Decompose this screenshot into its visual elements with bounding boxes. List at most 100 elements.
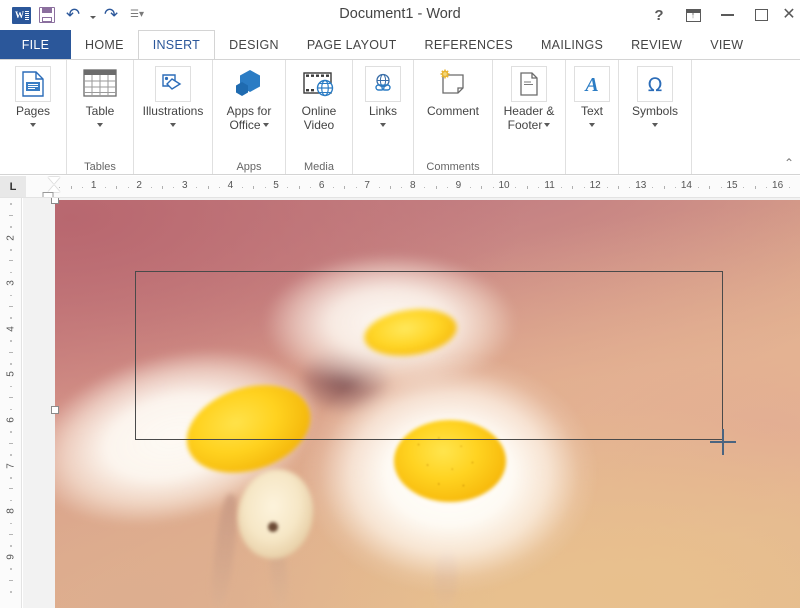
pages-icon xyxy=(15,66,51,102)
tab-references[interactable]: REFERENCES xyxy=(411,30,527,59)
image-handle-middle-left[interactable] xyxy=(51,406,59,414)
symbols-button[interactable]: Ω Symbols xyxy=(621,60,689,127)
tab-page-layout[interactable]: PAGE LAYOUT xyxy=(293,30,411,59)
vruler-mark-8: 8 xyxy=(6,508,17,514)
horizontal-ruler-track[interactable]: 12345678910111213141516 xyxy=(26,176,800,198)
apps-for-office-button[interactable]: Apps for Office xyxy=(215,60,283,132)
text-icon: A xyxy=(574,66,610,102)
quick-access-toolbar: W ↶ ↷ ☰▾ xyxy=(0,3,150,27)
ruler-mark-3: 3 xyxy=(182,180,188,191)
symbols-dropdown-icon[interactable] xyxy=(652,123,658,127)
tab-home[interactable]: HOME xyxy=(71,30,138,59)
ruler-minor-tick xyxy=(344,186,345,189)
vruler-minor-tick xyxy=(10,545,12,547)
text-dropdown-icon[interactable] xyxy=(589,123,595,127)
table-button[interactable]: Table xyxy=(69,60,131,127)
apps-for-office-label: Apps for Office xyxy=(215,105,283,132)
tab-file[interactable]: FILE xyxy=(0,30,71,59)
customize-quick-access-icon[interactable]: ☰▾ xyxy=(124,3,150,27)
tab-design[interactable]: DESIGN xyxy=(215,30,293,59)
word-application-window: W ↶ ↷ ☰▾ Document1 - Word ? ✕ xyxy=(0,0,800,608)
ruler-mark-10: 10 xyxy=(498,180,509,191)
restore-icon[interactable] xyxy=(744,0,778,30)
undo-dropdown-icon[interactable] xyxy=(86,3,98,27)
vruler-mark-6: 6 xyxy=(6,417,17,423)
horizontal-ruler[interactable]: L 12345678910111213141516 xyxy=(0,176,800,198)
first-line-indent-marker[interactable] xyxy=(48,177,60,184)
ruler-minor-tick xyxy=(789,187,790,188)
pages-dropdown-icon[interactable] xyxy=(30,123,36,127)
ruler-minor-tick xyxy=(447,187,448,188)
comment-icon xyxy=(435,66,471,102)
hanging-indent-marker[interactable] xyxy=(48,185,60,192)
text-button[interactable]: A Text xyxy=(568,60,616,127)
ribbon: Pages xyxy=(0,59,800,175)
pages-button[interactable]: Pages xyxy=(2,60,64,127)
table-dropdown-icon[interactable] xyxy=(97,123,103,127)
vruler-minor-tick xyxy=(9,443,13,444)
ruler-minor-tick xyxy=(527,186,528,189)
ruler-minor-tick xyxy=(299,186,300,189)
ribbon-group-text: A Text xyxy=(566,60,619,174)
vruler-minor-tick xyxy=(10,272,12,274)
ruler-minor-tick xyxy=(173,187,174,188)
header-footer-button[interactable]: Header & Footer xyxy=(495,60,563,132)
apps-for-office-dropdown-icon[interactable] xyxy=(263,123,269,127)
vruler-minor-tick xyxy=(10,249,12,251)
vruler-minor-tick xyxy=(9,580,13,581)
vruler-mark-9: 9 xyxy=(6,554,17,560)
vruler-minor-tick xyxy=(9,352,13,353)
ruler-mark-15: 15 xyxy=(726,180,737,191)
vruler-minor-tick xyxy=(10,523,12,525)
tables-group-label: Tables xyxy=(67,161,133,173)
apps-group-label: Apps xyxy=(213,161,285,173)
tab-design-label: DESIGN xyxy=(229,38,279,52)
minimize-icon[interactable] xyxy=(710,0,744,30)
ruler-mark-14: 14 xyxy=(681,180,692,191)
illustrations-button[interactable]: Illustrations xyxy=(136,60,210,127)
tab-view[interactable]: VIEW xyxy=(696,30,757,59)
document-page[interactable] xyxy=(55,200,800,608)
ribbon-display-options-icon[interactable] xyxy=(676,0,710,30)
tab-home-label: HOME xyxy=(85,38,124,52)
ruler-minor-tick xyxy=(82,187,83,188)
vertical-ruler[interactable]: 23456789 xyxy=(0,198,22,608)
save-icon[interactable] xyxy=(34,3,60,27)
illustrations-label: Illustrations xyxy=(143,105,204,119)
document-canvas[interactable] xyxy=(23,198,800,608)
close-icon[interactable]: ✕ xyxy=(778,0,800,30)
ribbon-group-illustrations: Illustrations xyxy=(134,60,213,174)
help-icon[interactable]: ? xyxy=(642,0,676,30)
links-button[interactable]: Links xyxy=(355,60,411,127)
image-handle-top-left[interactable] xyxy=(51,198,59,204)
ruler-minor-tick xyxy=(265,187,266,188)
ribbon-group-links: Links xyxy=(353,60,414,174)
ruler-minor-tick xyxy=(401,187,402,188)
online-video-button[interactable]: Online Video xyxy=(288,60,350,132)
tab-page-layout-label: PAGE LAYOUT xyxy=(307,38,397,52)
vruler-mark-7: 7 xyxy=(6,463,17,469)
illustrations-dropdown-icon[interactable] xyxy=(170,123,176,127)
redo-icon[interactable]: ↷ xyxy=(98,3,124,27)
tab-stop-selector[interactable]: L xyxy=(0,176,26,198)
comment-button[interactable]: Comment xyxy=(416,60,490,119)
ruler-minor-tick xyxy=(698,187,699,188)
ribbon-group-symbols: Ω Symbols xyxy=(619,60,691,174)
tab-mailings-label: MAILINGS xyxy=(541,38,603,52)
links-dropdown-icon[interactable] xyxy=(380,123,386,127)
collapse-ribbon-icon[interactable]: ⌃ xyxy=(784,156,794,170)
inserted-photo[interactable] xyxy=(55,200,800,608)
ruler-minor-tick xyxy=(105,187,106,188)
tab-insert[interactable]: INSERT xyxy=(138,30,215,59)
ruler-minor-tick xyxy=(162,186,163,189)
undo-icon[interactable]: ↶ xyxy=(60,3,86,27)
vruler-minor-tick xyxy=(9,534,13,535)
word-logo-icon[interactable]: W xyxy=(8,3,34,27)
vruler-minor-tick xyxy=(10,500,12,502)
ruler-minor-tick xyxy=(607,187,608,188)
illustrations-icon xyxy=(155,66,191,102)
header-footer-dropdown-icon[interactable] xyxy=(544,123,550,127)
vruler-minor-tick xyxy=(9,306,13,307)
tab-mailings[interactable]: MAILINGS xyxy=(527,30,617,59)
tab-review[interactable]: REVIEW xyxy=(617,30,696,59)
